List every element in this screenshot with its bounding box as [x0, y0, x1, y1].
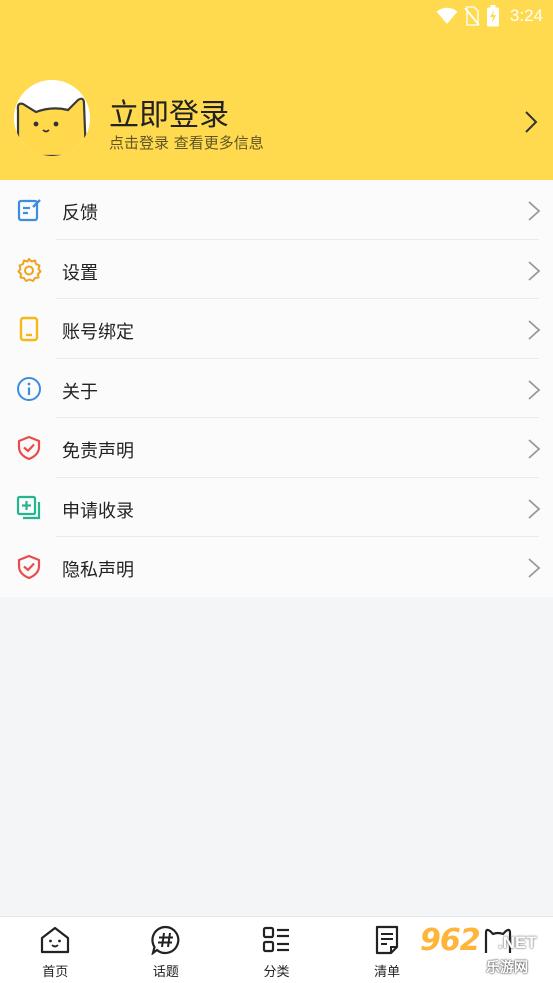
- shield-check-icon: [17, 435, 41, 461]
- watermark-suffix: .NET: [498, 933, 537, 952]
- login-subtitle: 点击登录 查看更多信息: [109, 134, 264, 152]
- menu-item-account-binding[interactable]: 账号绑定: [0, 299, 553, 359]
- menu-item-about[interactable]: 关于: [0, 359, 553, 418]
- watermark-number: 962: [420, 923, 481, 958]
- menu-item-label: 账号绑定: [62, 322, 134, 343]
- menu-item-apply-inclusion[interactable]: 申请收录: [0, 478, 553, 537]
- menu-item-privacy[interactable]: 隐私声明: [0, 537, 553, 597]
- chevron-right-icon: [528, 201, 541, 221]
- home-icon: [41, 926, 70, 954]
- info-icon: [17, 376, 41, 401]
- feedback-icon: [17, 199, 41, 222]
- chevron-right-icon: [525, 111, 538, 133]
- menu-item-label: 反馈: [62, 203, 98, 224]
- nav-label: 首页: [42, 965, 69, 980]
- add-square-icon: [16, 495, 41, 519]
- nav-label: 话题: [152, 965, 179, 980]
- chevron-right-icon: [528, 320, 541, 340]
- chevron-right-icon: [528, 379, 541, 400]
- menu-item-label: 设置: [62, 262, 98, 284]
- topic-hash-icon: [151, 925, 180, 955]
- cat-avatar-icon[interactable]: [14, 80, 90, 156]
- nav-label: 分类: [263, 965, 290, 980]
- nav-item-category[interactable]: 分类: [221, 917, 332, 983]
- menu-item-settings[interactable]: 设置: [0, 240, 553, 299]
- chevron-right-icon: [528, 439, 541, 459]
- status-time: 3:24: [509, 6, 543, 25]
- settings-menu: 反馈 设置 账号绑定 关于 免责声明 申请收录 隐私声明: [0, 180, 553, 597]
- menu-item-feedback[interactable]: 反馈: [0, 180, 553, 240]
- nav-item-topics[interactable]: 话题: [111, 917, 222, 983]
- menu-item-disclaimer[interactable]: 免责声明: [0, 418, 553, 478]
- gear-icon: [17, 257, 42, 282]
- phone-icon: [19, 316, 39, 342]
- wifi-icon: [436, 7, 458, 24]
- category-icon: [263, 926, 290, 953]
- chevron-right-icon: [528, 558, 541, 578]
- chevron-right-icon: [528, 260, 541, 281]
- menu-item-label: 隐私声明: [62, 560, 134, 581]
- nav-item-home[interactable]: 首页: [0, 917, 111, 983]
- status-bar: 3:24: [436, 4, 543, 28]
- menu-item-label: 申请收录: [62, 500, 134, 522]
- watermark-text: 乐游网: [486, 960, 528, 976]
- battery-charging-icon: [486, 5, 499, 27]
- profile-header: 3:24 立即登录 点击登录 查看更多信息: [0, 0, 553, 180]
- chevron-right-icon: [528, 498, 541, 519]
- list-document-icon: [375, 925, 399, 955]
- login-title[interactable]: 立即登录: [109, 90, 229, 134]
- shield-check-icon: [17, 554, 41, 580]
- login-profile-card[interactable]: 立即登录 点击登录 查看更多信息: [0, 80, 553, 158]
- no-sim-icon: [464, 6, 480, 26]
- menu-item-label: 关于: [62, 381, 98, 403]
- menu-item-label: 免责声明: [62, 441, 134, 462]
- site-watermark: 962 .NET 乐游网: [414, 923, 550, 979]
